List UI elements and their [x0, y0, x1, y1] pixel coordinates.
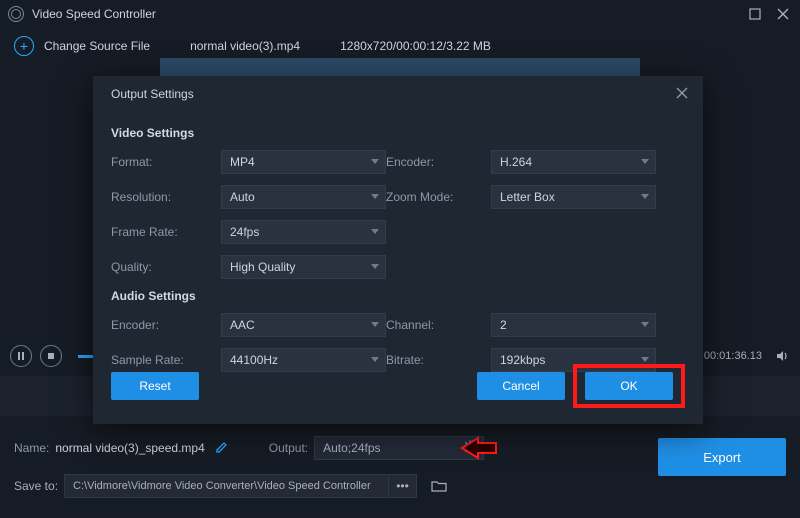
save-to-label: Save to: — [14, 479, 58, 493]
app-title: Video Speed Controller — [32, 7, 156, 21]
cancel-button[interactable]: Cancel — [477, 372, 565, 400]
chevron-down-icon — [371, 322, 379, 327]
chevron-down-icon — [641, 194, 649, 199]
source-filename: normal video(3).mp4 — [190, 39, 300, 53]
titlebar: Video Speed Controller — [0, 0, 800, 28]
app-logo-icon — [8, 6, 24, 22]
video-encoder-select[interactable]: H.264 — [491, 150, 656, 174]
audio-encoder-select[interactable]: AAC — [221, 313, 386, 337]
chevron-down-icon — [371, 159, 379, 164]
chevron-down-icon — [641, 322, 649, 327]
add-source-icon[interactable]: + — [14, 36, 34, 56]
source-meta: 1280x720/00:00:12/3.22 MB — [340, 39, 491, 53]
resolution-select[interactable]: Auto — [221, 185, 386, 209]
save-path-value: C:\Vidmore\Vidmore Video Converter\Video… — [73, 480, 371, 492]
ok-annotation-box: OK — [573, 364, 685, 408]
browse-button[interactable]: ••• — [389, 474, 417, 498]
channel-select[interactable]: 2 — [491, 313, 656, 337]
chevron-down-icon — [371, 357, 379, 362]
chevron-down-icon — [641, 159, 649, 164]
output-profile-value: Auto;24fps — [323, 441, 380, 455]
volume-icon[interactable] — [776, 349, 790, 363]
output-settings-dialog: Output Settings Video Settings Format: M… — [93, 76, 703, 424]
reset-button[interactable]: Reset — [111, 372, 199, 400]
name-value: normal video(3)_speed.mp4 — [55, 441, 204, 455]
framerate-select[interactable]: 24fps — [221, 220, 386, 244]
change-source-link[interactable]: Change Source File — [44, 39, 150, 53]
quality-select[interactable]: High Quality — [221, 255, 386, 279]
name-label: Name: — [14, 441, 49, 455]
chevron-down-icon — [371, 194, 379, 199]
close-icon[interactable] — [774, 5, 792, 23]
annotation-arrow-icon — [460, 434, 500, 462]
rename-icon[interactable] — [215, 440, 229, 457]
resolution-label: Resolution: — [111, 190, 221, 204]
chevron-down-icon — [371, 229, 379, 234]
chevron-down-icon — [641, 357, 649, 362]
audio-settings-heading: Audio Settings — [111, 289, 685, 303]
dialog-title: Output Settings — [111, 87, 194, 101]
zoom-mode-label: Zoom Mode: — [386, 190, 491, 204]
channel-label: Channel: — [386, 318, 491, 332]
save-to-row: Save to: C:\Vidmore\Vidmore Video Conver… — [0, 470, 800, 502]
quality-label: Quality: — [111, 260, 221, 274]
open-folder-icon[interactable] — [427, 474, 451, 498]
chevron-down-icon — [371, 264, 379, 269]
ok-button[interactable]: OK — [585, 372, 673, 400]
video-settings-heading: Video Settings — [111, 126, 685, 140]
output-label: Output: — [269, 441, 308, 455]
audio-encoder-label: Encoder: — [111, 318, 221, 332]
format-select[interactable]: MP4 — [221, 150, 386, 174]
output-profile-field[interactable]: Auto;24fps — [314, 436, 484, 460]
zoom-mode-select[interactable]: Letter Box — [491, 185, 656, 209]
dialog-close-icon[interactable] — [675, 86, 689, 103]
format-label: Format: — [111, 155, 221, 169]
framerate-label: Frame Rate: — [111, 225, 221, 239]
elapsed-time: 00:01:36.13 — [704, 350, 762, 362]
dialog-footer: Reset Cancel OK — [93, 364, 703, 408]
play-button[interactable] — [10, 345, 32, 367]
save-path-field[interactable]: C:\Vidmore\Vidmore Video Converter\Video… — [64, 474, 389, 498]
minimize-icon[interactable] — [746, 5, 764, 23]
dialog-header: Output Settings — [93, 76, 703, 112]
encoder-label: Encoder: — [386, 155, 491, 169]
stop-button[interactable] — [40, 345, 62, 367]
